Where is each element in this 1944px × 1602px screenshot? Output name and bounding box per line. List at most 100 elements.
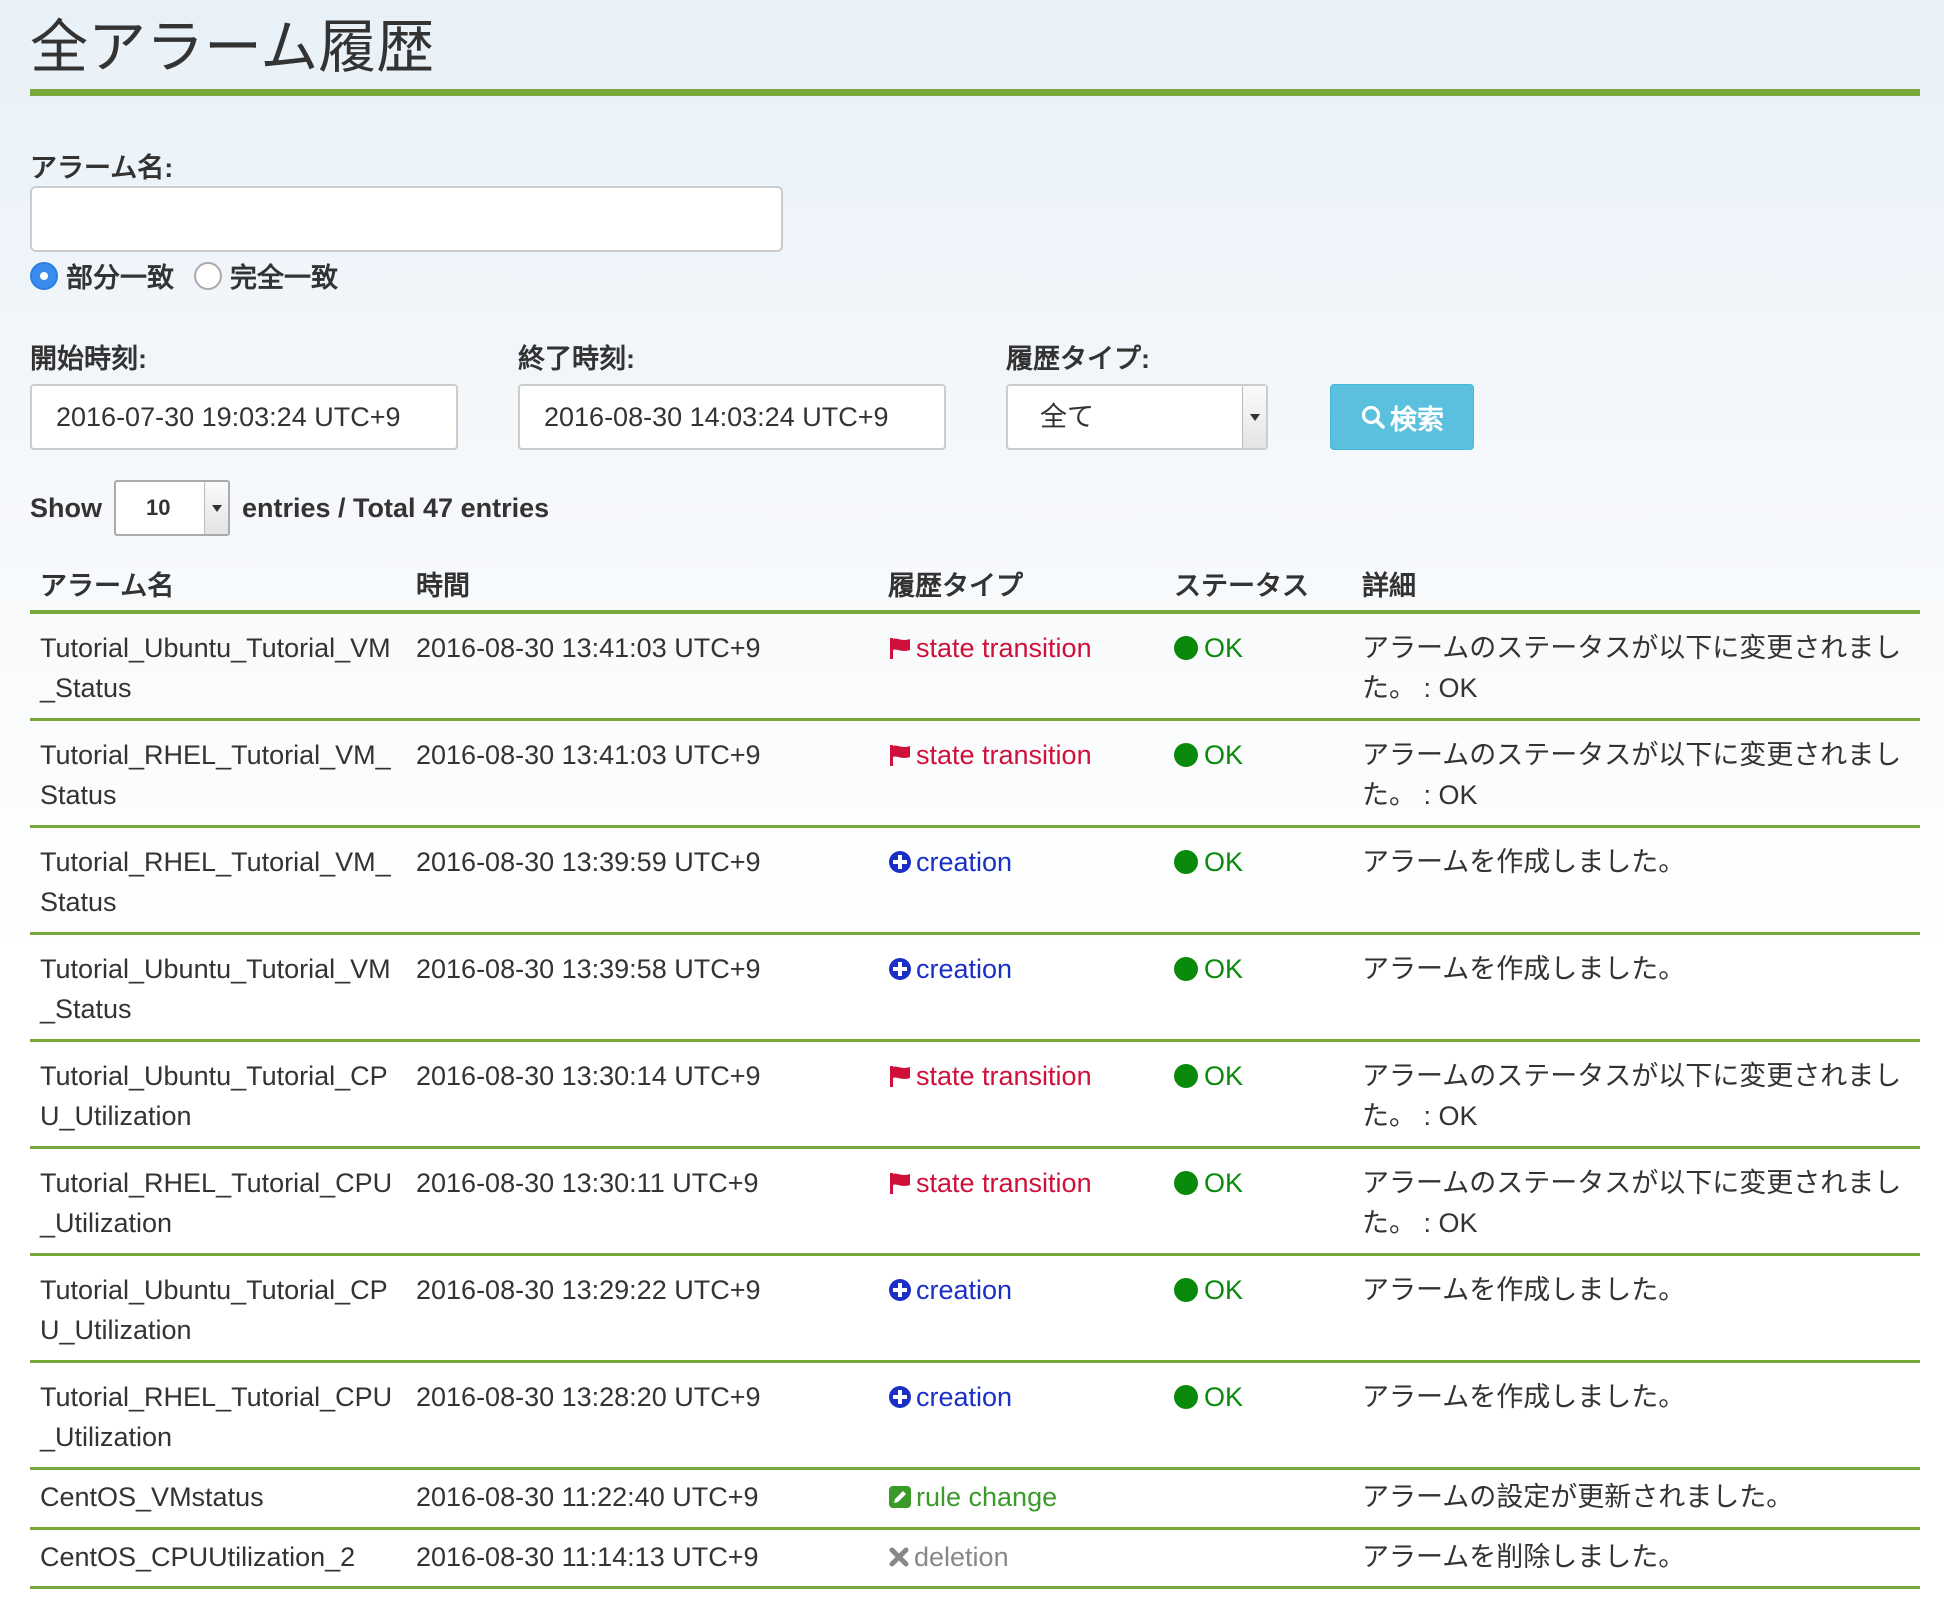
cell-alarm-name[interactable]: Tutorial_RHEL_Tutorial_VM_Status (30, 826, 406, 935)
cell-detail: アラームを作成しました。 (1352, 826, 1920, 935)
column-header-detail[interactable]: 詳細 (1352, 556, 1920, 614)
status-text: OK (1204, 847, 1244, 877)
history-type-text: state transition (916, 1061, 1092, 1091)
cell-detail: アラームのステータスが以下に変更されました。 : OK (1352, 1147, 1920, 1256)
cell-alarm-name[interactable]: Tutorial_RHEL_Tutorial_CPU_Utilization (30, 1361, 406, 1470)
history-type-badge: state transition (888, 735, 1092, 775)
status-text: OK (1204, 740, 1244, 770)
history-type-badge: creation (888, 1377, 1012, 1417)
radio-exact-indicator[interactable] (194, 261, 222, 290)
cell-alarm-name[interactable]: Tutorial_RHEL_Tutorial_CPU_Utilization (30, 1147, 406, 1256)
cell-time: 2016-08-30 13:30:11 UTC+9 (406, 1147, 878, 1256)
radio-exact-match[interactable]: 完全一致 (194, 256, 338, 295)
column-header-alarm-name[interactable]: アラーム名 (30, 556, 406, 614)
status-ok: OK (1174, 1377, 1243, 1417)
history-type-badge: state transition (888, 628, 1092, 668)
start-time-field[interactable]: 2016-07-30 19:03:24 UTC+9 (30, 384, 458, 450)
cell-history-type: creation (878, 1254, 1164, 1363)
column-header-time[interactable]: 時間 (406, 556, 878, 614)
radio-partial-indicator[interactable] (30, 261, 58, 290)
search-icon (1361, 405, 1385, 429)
end-time-label: 終了時刻: (518, 344, 635, 374)
cell-status (1164, 1468, 1352, 1530)
cell-time: 2016-08-30 13:29:22 UTC+9 (406, 1254, 878, 1363)
cell-alarm-name[interactable]: Tutorial_Ubuntu_Tutorial_VM_Status (30, 933, 406, 1042)
cell-alarm-name[interactable]: CentOS_VMstatus (30, 1468, 406, 1530)
cell-time: 2016-08-30 13:28:20 UTC+9 (406, 1361, 878, 1470)
cell-alarm-name[interactable]: Tutorial_Ubuntu_Tutorial_CPU_Utilization (30, 1040, 406, 1149)
alarm-history-table: アラーム名 時間 履歴タイプ ステータス 詳細 Tutorial_Ubuntu_… (30, 556, 1920, 1589)
cell-alarm-name[interactable]: Tutorial_RHEL_Tutorial_VM_Status (30, 719, 406, 828)
green-dot-icon (1174, 1278, 1198, 1302)
column-header-history-type[interactable]: 履歴タイプ (878, 556, 1164, 614)
table-header-row: アラーム名 時間 履歴タイプ ステータス 詳細 (30, 556, 1920, 614)
cell-history-type: state transition (878, 1147, 1164, 1256)
history-type-text: creation (916, 847, 1013, 877)
status-ok: OK (1174, 1056, 1243, 1096)
green-dot-icon (1174, 1171, 1198, 1195)
cell-status: OK (1164, 1361, 1352, 1470)
flag-icon (890, 1173, 910, 1194)
radio-partial-match[interactable]: 部分一致 (30, 256, 174, 295)
cell-status: OK (1164, 1040, 1352, 1149)
flag-icon (890, 638, 910, 659)
table-row: Tutorial_RHEL_Tutorial_VM_Status 2016-08-… (30, 719, 1920, 828)
cell-detail: アラームを作成しました。 (1352, 1361, 1920, 1470)
cell-alarm-name[interactable]: Tutorial_Ubuntu_Tutorial_VM_Status (30, 612, 406, 721)
status-text: OK (1204, 954, 1244, 984)
entries-total-label: entries / Total 47 entries (242, 492, 550, 523)
history-type-text: state transition (916, 1168, 1092, 1198)
alarm-name-input[interactable] (30, 186, 783, 252)
cell-history-type: creation (878, 826, 1164, 935)
cell-time: 2016-08-30 13:39:58 UTC+9 (406, 933, 878, 1042)
cell-detail: アラームを作成しました。 (1352, 933, 1920, 1042)
cell-time: 2016-08-30 11:22:40 UTC+9 (406, 1468, 878, 1530)
flag-icon (890, 1066, 910, 1087)
status-ok: OK (1174, 842, 1243, 882)
alarm-name-label: アラーム名: (30, 153, 174, 183)
history-type-text: state transition (916, 633, 1092, 663)
cell-history-type: creation (878, 1361, 1164, 1470)
table-row: Tutorial_Ubuntu_Tutorial_VM_Status 2016-0… (30, 612, 1920, 721)
cell-detail: アラームのステータスが以下に変更されました。 : OK (1352, 719, 1920, 828)
entries-control: Show 10 entries / Total 47 entries (30, 480, 549, 536)
plus-circle-icon (889, 1386, 911, 1408)
table-row: CentOS_VMstatus 2016-08-30 11:22:40 UTC+9… (30, 1468, 1920, 1530)
cell-alarm-name[interactable]: CentOS_CPUUtilization_2 (30, 1528, 406, 1589)
cell-detail: アラームを作成しました。 (1352, 1254, 1920, 1363)
cell-status (1164, 1528, 1352, 1589)
cell-time: 2016-08-30 13:41:03 UTC+9 (406, 612, 878, 721)
status-text: OK (1204, 1061, 1244, 1091)
table-row: Tutorial_Ubuntu_Tutorial_CPU_Utilization… (30, 1254, 1920, 1363)
chevron-down-icon (204, 482, 228, 534)
entries-per-page-select[interactable]: 10 (114, 480, 230, 536)
cell-time: 2016-08-30 13:41:03 UTC+9 (406, 719, 878, 828)
green-dot-icon (1174, 957, 1198, 981)
history-type-value: 全て (1040, 402, 1094, 432)
cell-history-type: creation (878, 933, 1164, 1042)
history-type-select[interactable]: 全て (1006, 384, 1268, 450)
history-type-badge: rule change (888, 1477, 1057, 1517)
plus-circle-icon (889, 851, 911, 873)
cell-status: OK (1164, 1254, 1352, 1363)
table-row: Tutorial_Ubuntu_Tutorial_CPU_Utilization… (30, 1040, 1920, 1149)
green-dot-icon (1174, 743, 1198, 767)
search-button[interactable]: 検索 (1330, 384, 1474, 450)
end-time-field[interactable]: 2016-08-30 14:03:24 UTC+9 (518, 384, 946, 450)
history-type-badge: state transition (888, 1056, 1092, 1096)
plus-circle-icon (889, 1279, 911, 1301)
status-ok: OK (1174, 1270, 1243, 1310)
radio-partial-label: 部分一致 (66, 263, 174, 293)
page: 全アラーム履歴 アラーム名: 部分一致 完全一致 開始時刻: 終了時刻: 履歴タ… (30, 0, 1920, 1589)
status-ok: OK (1174, 628, 1243, 668)
cell-alarm-name[interactable]: Tutorial_Ubuntu_Tutorial_CPU_Utilization (30, 1254, 406, 1363)
history-type-badge: deletion (888, 1537, 1009, 1577)
table-row: Tutorial_RHEL_Tutorial_CPU_Utilization 20… (30, 1147, 1920, 1256)
radio-exact-label: 完全一致 (230, 263, 338, 293)
column-header-status[interactable]: ステータス (1164, 556, 1352, 614)
show-label: Show (30, 492, 102, 523)
cell-status: OK (1164, 933, 1352, 1042)
history-type-label: 履歴タイプ: (1006, 344, 1150, 374)
flag-icon (890, 745, 910, 766)
cell-status: OK (1164, 719, 1352, 828)
